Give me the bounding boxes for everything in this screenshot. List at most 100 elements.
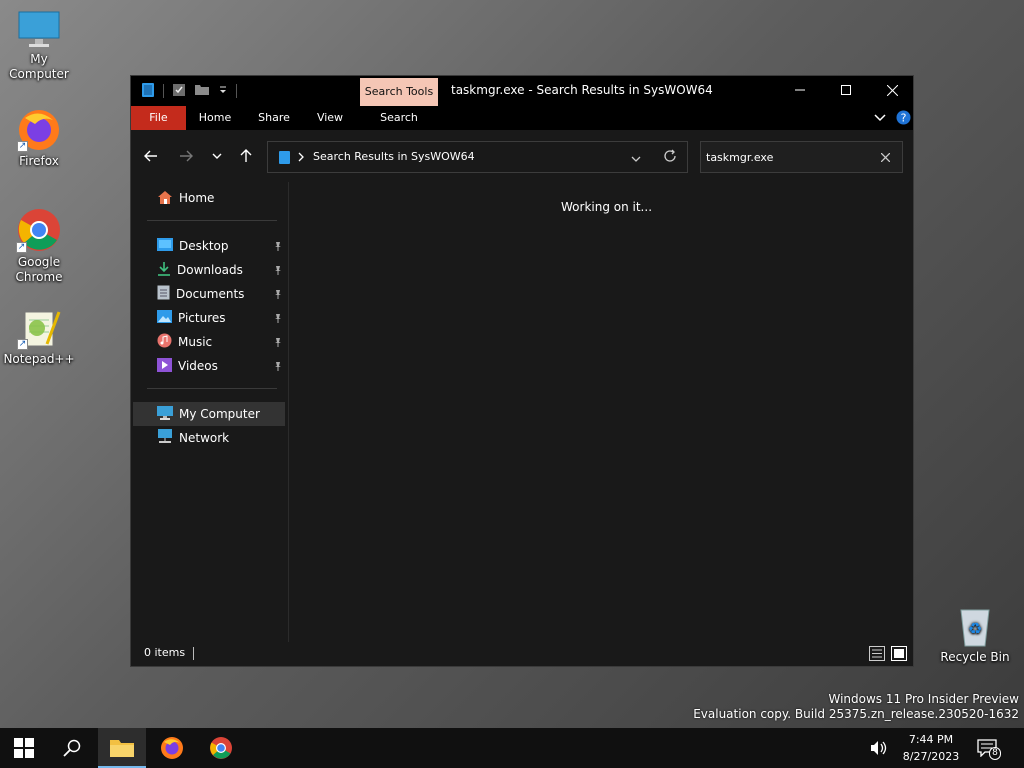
pictures-icon xyxy=(157,310,172,326)
close-button[interactable] xyxy=(869,76,915,104)
explorer-app-icon[interactable] xyxy=(141,82,155,101)
sidebar-item-videos[interactable]: Videos xyxy=(133,354,285,378)
desktop-icon-label: Recycle Bin xyxy=(940,650,1010,664)
tab-search[interactable]: Search xyxy=(360,106,438,130)
taskbar-file-explorer[interactable] xyxy=(98,728,146,768)
sidebar-item-documents[interactable]: Documents xyxy=(133,282,285,306)
sidebar-item-label: Music xyxy=(178,335,213,349)
minimize-button[interactable] xyxy=(777,76,823,104)
sidebar-item-desktop[interactable]: Desktop xyxy=(133,234,285,258)
taskbar-chrome[interactable] xyxy=(197,728,245,768)
notification-icon: 8 xyxy=(977,739,1001,760)
title-bar[interactable]: Search Tools taskmgr.exe - Search Result… xyxy=(131,76,913,106)
sidebar-item-home[interactable]: Home xyxy=(133,186,285,210)
chevron-down-icon xyxy=(874,114,886,122)
tab-home[interactable]: Home xyxy=(190,106,240,130)
desktop-icon-google-chrome[interactable]: ↗ Google Chrome xyxy=(0,207,78,285)
music-icon xyxy=(157,333,172,351)
clock-date: 8/27/2023 xyxy=(902,750,960,763)
sidebar-item-network[interactable]: Network xyxy=(133,426,285,450)
breadcrumb[interactable]: Search Results in SysWOW64 xyxy=(313,142,475,172)
clock-time: 7:44 PM xyxy=(908,733,954,746)
ribbon-tabs: File Home Share View Search ? xyxy=(131,106,913,130)
breadcrumb-chevron-icon xyxy=(298,151,304,165)
sidebar-item-music[interactable]: Music xyxy=(133,330,285,354)
sidebar-item-label: Home xyxy=(179,191,215,205)
notepadpp-icon: ↗ xyxy=(17,308,61,350)
navigation-bar: Search Results in SysWOW64 xyxy=(131,130,913,182)
windows-logo-icon xyxy=(14,738,34,758)
chrome-icon xyxy=(210,737,232,759)
up-button[interactable] xyxy=(233,144,259,168)
desktop-icon-label: Notepad++ xyxy=(3,352,75,366)
details-view-icon xyxy=(869,646,885,661)
customize-toolbar-icon[interactable] xyxy=(218,84,228,98)
pin-icon[interactable] xyxy=(273,288,283,302)
volume-button[interactable] xyxy=(864,728,894,768)
desktop-icon-my-computer[interactable]: My Computer xyxy=(0,10,78,82)
search-box[interactable] xyxy=(700,141,903,173)
tab-share[interactable]: Share xyxy=(249,106,299,130)
arrow-left-icon xyxy=(144,150,157,162)
computer-icon xyxy=(17,10,61,50)
sidebar-item-my-computer[interactable]: My Computer xyxy=(133,402,285,426)
documents-icon xyxy=(157,285,170,303)
help-icon: ? xyxy=(896,110,911,125)
large-icons-view-button[interactable] xyxy=(891,646,907,661)
notification-count-badge: 8 xyxy=(989,747,1001,760)
start-button[interactable] xyxy=(0,728,48,768)
back-button[interactable] xyxy=(138,144,164,168)
folder-icon xyxy=(110,740,134,757)
taskbar: 7:44 PM 8/27/2023 8 xyxy=(0,728,1024,768)
taskbar-firefox[interactable] xyxy=(148,728,196,768)
sidebar-item-pictures[interactable]: Pictures xyxy=(133,306,285,330)
status-bar: 0 items xyxy=(131,642,913,666)
pin-icon[interactable] xyxy=(273,360,283,374)
pin-icon[interactable] xyxy=(273,240,283,254)
pin-icon[interactable] xyxy=(273,336,283,350)
taskbar-clock[interactable]: 7:44 PM 8/27/2023 xyxy=(898,731,964,765)
desktop-icon-recycle-bin[interactable]: ♻ Recycle Bin xyxy=(936,604,1014,665)
sidebar-item-downloads[interactable]: Downloads xyxy=(133,258,285,282)
status-divider xyxy=(193,647,194,660)
tab-file[interactable]: File xyxy=(131,106,186,130)
address-bar[interactable]: Search Results in SysWOW64 xyxy=(267,141,688,173)
file-explorer-window: Search Tools taskmgr.exe - Search Result… xyxy=(130,75,914,667)
notification-center-button[interactable]: 8 xyxy=(970,728,1004,768)
search-tools-context-tab: Search Tools xyxy=(360,78,438,106)
home-icon xyxy=(157,190,173,207)
properties-icon[interactable] xyxy=(172,83,186,100)
desktop-icon-notepadpp[interactable]: ↗ Notepad++ xyxy=(0,308,78,367)
downloads-icon xyxy=(157,261,171,279)
desktop-icon-label: Firefox xyxy=(19,154,59,168)
pin-icon[interactable] xyxy=(273,312,283,326)
search-results-icon xyxy=(278,150,291,168)
desktop-icon-firefox[interactable]: ↗ Firefox xyxy=(0,108,78,169)
taskbar-search-button[interactable] xyxy=(48,728,96,768)
search-icon xyxy=(63,739,81,757)
maximize-button[interactable] xyxy=(823,76,869,104)
maximize-icon xyxy=(841,85,851,95)
svg-text:♻: ♻ xyxy=(968,619,982,638)
watermark-build: Evaluation copy. Build 25375.zn_release.… xyxy=(693,707,1019,721)
clear-search-button[interactable] xyxy=(880,151,891,165)
forward-button[interactable] xyxy=(173,144,199,168)
sidebar-item-label: Desktop xyxy=(179,239,229,253)
videos-icon xyxy=(157,357,172,375)
new-folder-icon[interactable] xyxy=(194,83,210,99)
pin-icon[interactable] xyxy=(273,264,283,278)
toolbar-divider xyxy=(236,84,237,98)
search-input[interactable] xyxy=(706,147,876,167)
details-view-button[interactable] xyxy=(869,646,885,661)
help-button[interactable]: ? xyxy=(896,110,911,128)
toolbar-divider xyxy=(163,84,164,98)
window-title: taskmgr.exe - Search Results in SysWOW64 xyxy=(451,83,713,97)
recent-locations-button[interactable] xyxy=(204,144,230,168)
shortcut-arrow-icon: ↗ xyxy=(17,141,28,152)
refresh-button[interactable] xyxy=(663,149,677,166)
address-history-button[interactable] xyxy=(631,152,641,166)
network-icon xyxy=(157,429,173,447)
tab-view[interactable]: View xyxy=(306,106,354,130)
pane-splitter[interactable] xyxy=(288,182,289,642)
expand-ribbon-button[interactable] xyxy=(874,111,886,126)
